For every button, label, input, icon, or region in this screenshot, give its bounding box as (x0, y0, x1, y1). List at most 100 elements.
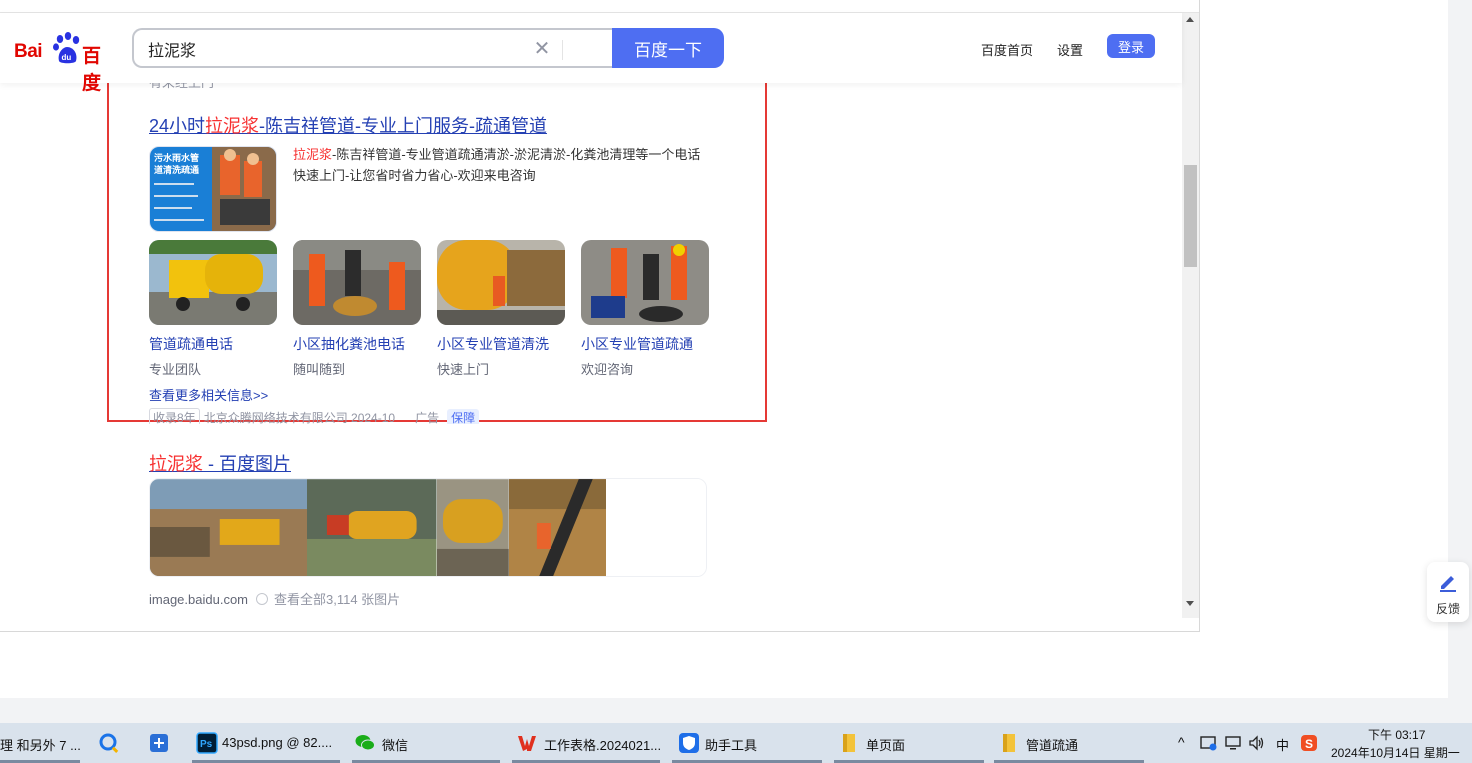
desc-keyword: 拉泥浆 (293, 147, 333, 162)
network-icon[interactable] (1224, 735, 1242, 751)
clock-date[interactable]: 2024年10月14日 星期一 (1331, 744, 1460, 761)
sub-link-title[interactable]: 小区抽化粪池电话 (293, 334, 421, 354)
result-thumbnail[interactable]: 污水雨水管 道清洗疏通 (149, 146, 277, 232)
source-domain: image.baidu.com (149, 592, 248, 607)
guarantee-badge[interactable]: 保障 (447, 409, 480, 424)
feedback-label: 反馈 (1435, 602, 1460, 616)
title-suffix: - 百度图片 (203, 454, 291, 474)
wps-icon (518, 736, 536, 751)
pen-icon (1440, 576, 1456, 592)
sub-link-card[interactable]: 小区专业管道疏通 欢迎咨询 (581, 240, 709, 378)
desc-text: -陈吉祥管道-专业管道疏通清淤-淤泥清淤-化粪池清理等一个电话快速上门-让您省时… (293, 147, 701, 183)
image-strip (149, 478, 707, 577)
baidu-logo[interactable]: Bai du 百度 (14, 31, 118, 94)
windows-taskbar: 理 和另外 7 ... Ps 43psd.png @ 82.... 微信 工作表… (0, 723, 1472, 763)
logo-text-baidu: 百度 (82, 46, 102, 94)
taskbar-item-photoshop[interactable]: Ps 43psd.png @ 82.... (192, 723, 340, 763)
image-thumbnail[interactable] (436, 479, 509, 577)
taskbar-item-folder-pipe[interactable]: 管道疏通 (994, 723, 1144, 763)
search-input[interactable] (148, 38, 508, 60)
svg-text:Ps: Ps (200, 739, 213, 750)
result-description: 拉泥浆-陈吉祥管道-专业管道疏通清淤-淤泥清淤-化粪池清理等一个电话快速上门-让… (293, 144, 713, 186)
title-keyword: 拉泥浆 (205, 116, 260, 136)
taskbar-label: 工作表格.2024021... (544, 738, 662, 753)
sub-link-card[interactable]: 管道疏通电话 专业团队 (149, 240, 277, 378)
ime-indicator[interactable]: 中 (1276, 735, 1289, 754)
image-result-title-link[interactable]: 拉泥浆 - 百度图片 (149, 454, 291, 474)
view-all-images-link[interactable]: 查看全部3,114 张图片 (274, 592, 400, 607)
nav-settings[interactable]: 设置 (1057, 40, 1083, 59)
sub-link-card[interactable]: 小区抽化粪池电话 随叫随到 (293, 240, 421, 378)
sub-link-desc: 欢迎咨询 (581, 362, 634, 377)
taskbar-item-browser[interactable]: 理 和另外 7 ... (0, 723, 81, 763)
scroll-down-arrow-icon[interactable] (1186, 601, 1194, 606)
taskbar-label: 微信 (382, 738, 409, 753)
svg-text:S: S (1305, 737, 1313, 751)
paw-logo-icon: du (53, 32, 80, 64)
taskbar-item-wechat[interactable]: 微信 (352, 723, 500, 763)
indexed-years-tag: 收录8年 (149, 408, 200, 424)
page-right-blank (1200, 0, 1448, 698)
plus-app-icon (150, 734, 168, 752)
scroll-up-arrow-icon[interactable] (1186, 17, 1194, 22)
taskbar-item-search-app[interactable] (96, 723, 126, 763)
sub-link-card[interactable]: 小区专业管道清洗 快速上门 (437, 240, 565, 378)
svg-text:道清洗疏通: 道清洗疏通 (154, 164, 199, 176)
sub-link-image (149, 240, 277, 325)
taskbar-label: 理 和另外 7 ... (0, 738, 81, 753)
image-thumbnail[interactable] (307, 479, 437, 577)
sub-link-title[interactable]: 管道疏通电话 (149, 334, 277, 354)
manhole-workers-image (581, 240, 709, 325)
svg-text:du: du (62, 53, 72, 62)
folder-icon (843, 734, 855, 752)
empty-thumb-slot (606, 479, 706, 576)
info-circle-icon[interactable] (256, 593, 268, 605)
result-title-link[interactable]: 24小时拉泥浆-陈吉祥管道-专业上门服务-疏通管道 (149, 112, 547, 138)
wechat-icon (355, 735, 375, 751)
logo-text-bai: Bai (14, 41, 43, 62)
title-keyword: 拉泥浆 (149, 454, 203, 474)
taskbar-item-wps[interactable]: 工作表格.2024021... (512, 723, 662, 763)
search-button[interactable]: 百度一下 (612, 28, 724, 68)
taskbar-item-helper-tool[interactable]: 助手工具 (672, 723, 822, 763)
page-bottom-blank (0, 632, 1200, 698)
nav-baidu-home[interactable]: 百度首页 (981, 40, 1033, 59)
company-name: 北京众腾网络技术有限公司 2024-10 (203, 411, 396, 424)
tray-chevron-icon[interactable]: ^ (1178, 734, 1185, 750)
taskbar-item-plus-app[interactable] (146, 723, 176, 763)
image-thumbnail[interactable] (150, 479, 308, 577)
scrollbar-thumb[interactable] (1184, 165, 1197, 267)
shield-app-icon (679, 733, 699, 753)
sub-link-desc: 随叫随到 (293, 362, 346, 377)
login-button[interactable]: 登录 (1107, 34, 1155, 58)
sub-link-image (581, 240, 709, 325)
sub-link-image (437, 240, 565, 325)
feedback-button[interactable]: 反馈 (1427, 562, 1469, 622)
search-header: Bai du 百度 ✕ 百度一下 百度首页 设置 登录 (0, 13, 1182, 94)
volume-icon[interactable] (1248, 735, 1266, 751)
title-prefix: 24小时 (149, 116, 206, 136)
sub-link-title[interactable]: 小区专业管道清洗 (437, 334, 565, 354)
folder-icon (1003, 734, 1015, 752)
image-thumbnail[interactable] (508, 479, 607, 577)
tray-app-icon[interactable] (1200, 735, 1218, 751)
sub-link-desc: 快速上门 (437, 362, 490, 377)
taskbar-label: 43psd.png @ 82.... (222, 735, 333, 750)
sub-link-image (293, 240, 421, 325)
ad-label: 广告 (415, 411, 440, 424)
search-divider (562, 40, 563, 60)
result-meta: 收录8年 北京众腾网络技术有限公司 2024-10 广告 保障 (149, 408, 480, 424)
taskbar-item-folder-single-page[interactable]: 单页面 (834, 723, 984, 763)
taskbar-label: 管道疏通 (1026, 738, 1079, 753)
clock-time[interactable]: 下午 03:17 (1368, 726, 1425, 743)
more-info-link[interactable]: 查看更多相关信息>> (149, 385, 268, 404)
clear-icon[interactable]: ✕ (532, 39, 552, 59)
browser-viewport: Bai du 百度 ✕ 百度一下 百度首页 设置 登录 有采经上门 (0, 0, 1200, 632)
sub-link-title[interactable]: 小区专业管道疏通 (581, 334, 709, 354)
sogou-ime-icon[interactable]: S (1300, 734, 1318, 752)
ad-result-card: 24小时拉泥浆-陈吉祥管道-专业上门服务-疏通管道 污水雨水管 道清洗疏通 拉泥… (107, 80, 767, 424)
vertical-scrollbar[interactable] (1182, 13, 1199, 618)
yellow-truck-image (149, 240, 277, 325)
search-box: ✕ (132, 28, 614, 68)
taskbar-label: 单页面 (866, 738, 906, 753)
